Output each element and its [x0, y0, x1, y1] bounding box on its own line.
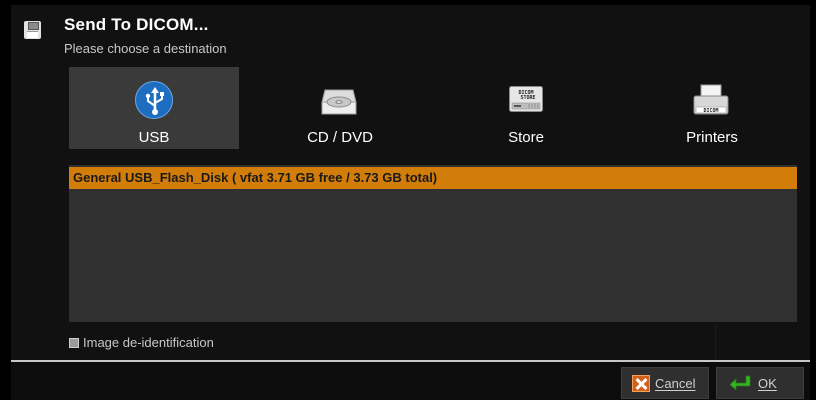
tab-cd-dvd-label: CD / DVD [307, 129, 373, 146]
cancel-button-label: Cancel [655, 376, 696, 391]
enter-arrow-icon [729, 375, 751, 391]
device-list[interactable]: General USB_Flash_Disk ( vfat 3.71 GB fr… [69, 165, 797, 322]
tab-usb[interactable]: USB [69, 67, 239, 149]
printer-icon-text: DICOM [703, 108, 718, 114]
usb-icon [133, 80, 175, 120]
dicom-printer-icon: DICOM [691, 80, 733, 120]
deidentification-label: Image de-identification [83, 335, 214, 350]
dialog-subtitle: Please choose a destination [64, 41, 227, 56]
cancel-icon [632, 375, 650, 392]
tab-printers-label: Printers [686, 129, 738, 146]
tab-printers[interactable]: DICOM Printers [627, 67, 797, 149]
store-icon-text-2: STORE [520, 95, 535, 101]
send-to-dicom-dialog: Send To DICOM... Please choose a destina… [11, 5, 810, 400]
cancel-button[interactable]: Cancel [621, 367, 709, 399]
tab-store-label: Store [508, 129, 544, 146]
list-item[interactable]: General USB_Flash_Disk ( vfat 3.71 GB fr… [69, 167, 797, 189]
separator [715, 325, 716, 360]
ok-button[interactable]: OK [716, 367, 804, 399]
tab-usb-label: USB [138, 129, 170, 146]
dicom-store-icon: DICOM STORE [505, 80, 547, 120]
tab-cd-dvd[interactable]: CD / DVD [255, 67, 425, 149]
device-label: General USB_Flash_Disk ( vfat 3.71 GB fr… [73, 170, 438, 185]
dialog-title: Send To DICOM... [64, 15, 209, 34]
floppy-disk-icon [24, 21, 41, 39]
tab-store[interactable]: DICOM STORE Store [441, 67, 611, 149]
destination-tabs: USB CD / DVD DICOM STORE Store DICOM Pri… [69, 67, 799, 151]
deidentification-checkbox[interactable] [69, 338, 79, 348]
ok-button-label: OK [758, 376, 777, 391]
cd-dvd-drive-icon [319, 80, 361, 120]
